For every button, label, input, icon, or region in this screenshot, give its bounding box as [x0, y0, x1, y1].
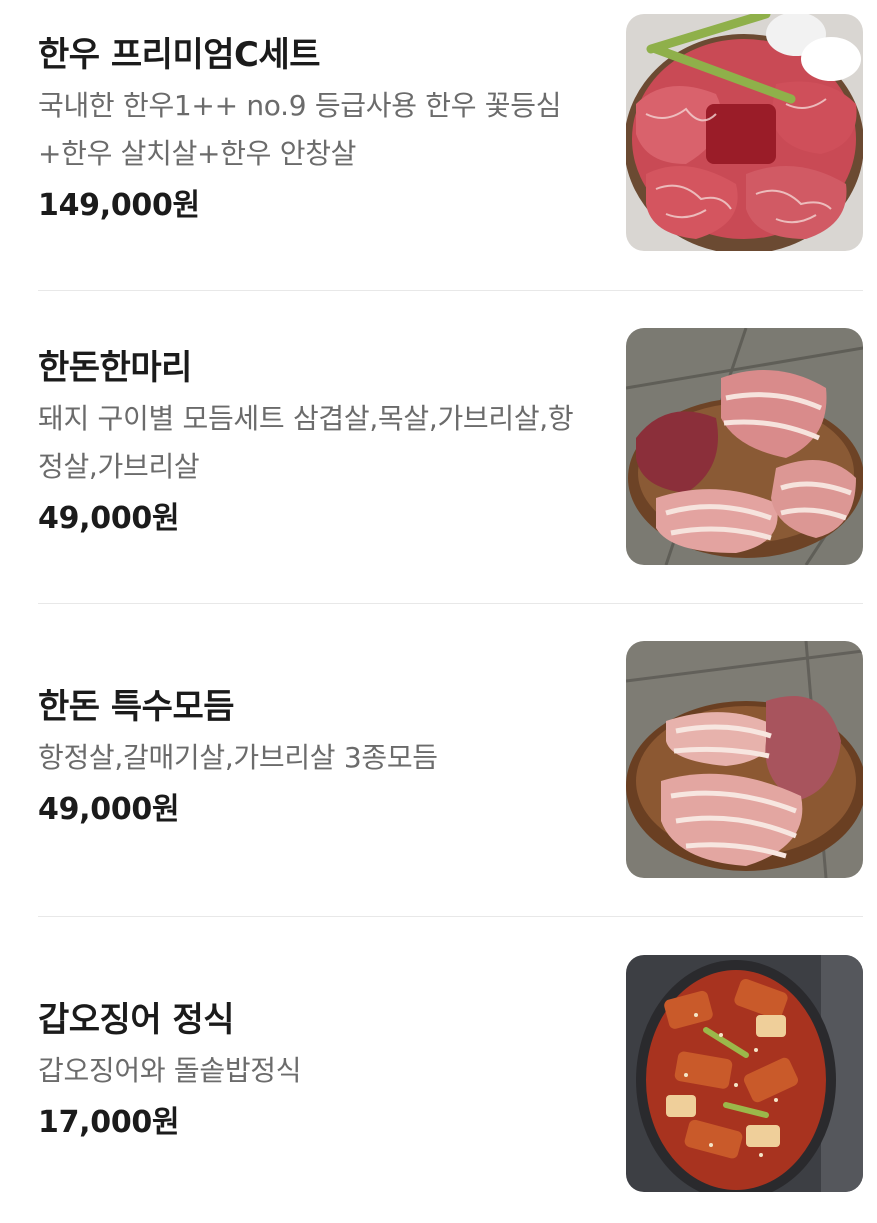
menu-item[interactable]: 한우 프리미엄C세트 국내한 한우1++ no.9 등급사용 한우 꽃등심+한우… [0, 0, 877, 290]
menu-item-price: 149,000원 [38, 188, 200, 223]
menu-item-text: 갑오징어 정식 갑오징어와 돌솥밥정식 17,000원 [38, 997, 593, 1147]
menu-item-image[interactable] [626, 328, 863, 565]
menu-item-name: 한우 프리미엄C세트 [38, 35, 321, 75]
cuttlefish-set-image [626, 955, 863, 1192]
menu-item-name: 한돈한마리 [38, 348, 192, 388]
menu-item-text: 한돈 특수모듬 항정살,갈매기살,가브리살 3종모듬 49,000원 [38, 684, 593, 834]
menu-item-description: 항정살,갈매기살,가브리살 3종모듬 [38, 741, 438, 774]
hanwoo-premium-set-image [626, 14, 863, 251]
menu-item[interactable]: 한돈 특수모듬 항정살,갈매기살,가브리살 3종모듬 49,000원 [0, 604, 877, 916]
menu-item-description: 국내한 한우1++ no.9 등급사용 한우 꽃등심+한우 살치살+한우 안창살 [38, 89, 562, 170]
menu-item-name: 한돈 특수모듬 [38, 687, 235, 727]
menu-item[interactable]: 한돈한마리 돼지 구이별 모듬세트 삼겹살,목살,가브리살,항정살,가브리살 4… [0, 291, 877, 603]
menu-item[interactable]: 갑오징어 정식 갑오징어와 돌솥밥정식 17,000원 [0, 917, 877, 1223]
menu-item-price: 17,000원 [38, 1105, 180, 1140]
handon-special-platter-image [626, 641, 863, 878]
menu-item-name: 갑오징어 정식 [38, 1000, 235, 1040]
menu-item-image[interactable] [626, 641, 863, 878]
menu-item-text: 한우 프리미엄C세트 국내한 한우1++ no.9 등급사용 한우 꽃등심+한우… [38, 32, 593, 230]
menu-item-price: 49,000원 [38, 792, 180, 827]
handon-whole-pig-image [626, 328, 863, 565]
menu-item-image[interactable] [626, 14, 863, 251]
menu-item-image[interactable] [626, 955, 863, 1192]
menu-list: 한우 프리미엄C세트 국내한 한우1++ no.9 등급사용 한우 꽃등심+한우… [0, 0, 877, 1223]
menu-item-text: 한돈한마리 돼지 구이별 모듬세트 삼겹살,목살,가브리살,항정살,가브리살 4… [38, 345, 593, 543]
menu-item-description: 갑오징어와 돌솥밥정식 [38, 1054, 302, 1087]
menu-item-price: 49,000원 [38, 501, 180, 536]
menu-item-description: 돼지 구이별 모듬세트 삼겹살,목살,가브리살,항정살,가브리살 [38, 402, 574, 483]
